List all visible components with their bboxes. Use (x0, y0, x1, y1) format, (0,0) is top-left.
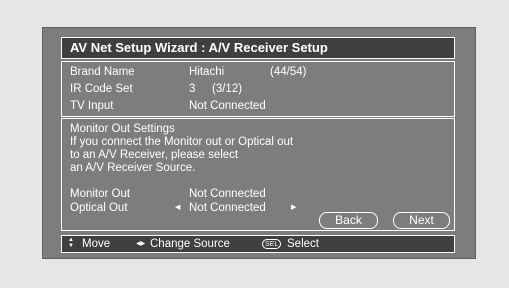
ir-code-set-value[interactable]: 3 (189, 82, 195, 96)
monitor-settings-text-line-1: If you connect the Monitor out or Optica… (70, 136, 294, 148)
monitor-settings-text-line-2: to an A/V Receiver, please select (70, 149, 239, 161)
help-move-label: Move (82, 238, 111, 250)
brand-name-value[interactable]: Hitachi (189, 65, 224, 79)
tv-input-value[interactable]: Not Connected (189, 99, 266, 113)
receiver-info-panel: Brand Name Hitachi (44/54) IR Code Set 3… (61, 61, 455, 117)
ir-code-set-label: IR Code Set (70, 83, 133, 95)
monitor-out-label: Monitor Out (70, 188, 131, 200)
left-right-arrow-icon: ◀▶ (136, 241, 146, 247)
help-bar: ▲ ▼ Move ◀▶ Change Source SEL Select (61, 235, 455, 253)
optical-out-value[interactable]: Not Connected (189, 201, 266, 215)
help-select-label: Select (287, 238, 319, 250)
right-arrow-icon[interactable]: ▶ (291, 201, 296, 215)
setup-wizard-screen: AV Net Setup Wizard : A/V Receiver Setup… (42, 27, 476, 259)
tv-input-label: TV Input (70, 100, 114, 112)
ir-code-count: (3/12) (212, 83, 243, 95)
down-arrow-icon: ▼ (68, 243, 74, 249)
monitor-settings-heading: Monitor Out Settings (70, 123, 175, 135)
help-change-source-label: Change Source (150, 238, 230, 250)
back-button[interactable]: Back (319, 212, 378, 229)
brand-name-label: Brand Name (70, 66, 135, 78)
monitor-settings-text-line-3: an A/V Receiver Source. (70, 162, 196, 174)
monitor-out-settings-panel: Monitor Out Settings If you connect the … (61, 118, 455, 231)
sel-button-icon: SEL (262, 239, 282, 249)
brand-count: (44/54) (270, 66, 307, 78)
next-button[interactable]: Next (393, 212, 450, 229)
page-title: AV Net Setup Wizard : A/V Receiver Setup (70, 40, 328, 55)
title-bar: AV Net Setup Wizard : A/V Receiver Setup (61, 37, 455, 59)
optical-out-label: Optical Out (70, 202, 128, 214)
left-arrow-icon[interactable]: ◀ (175, 201, 180, 215)
monitor-out-value[interactable]: Not Connected (189, 187, 266, 201)
